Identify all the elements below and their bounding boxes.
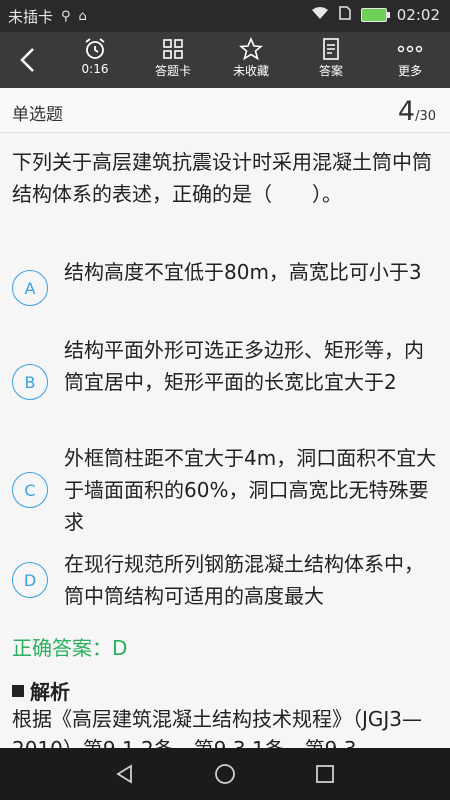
option-d[interactable]: D 在现行规范所列钢筋混凝土结构体系中，筒中筒结构可适用的高度最大 bbox=[12, 548, 438, 612]
question-type: 单选题 bbox=[12, 105, 63, 125]
wifi-icon bbox=[311, 6, 329, 24]
analysis-heading: 解析 bbox=[12, 676, 70, 705]
option-text-d: 在现行规范所列钢筋混凝土结构体系中，筒中筒结构可适用的高度最大 bbox=[64, 552, 424, 608]
total-questions: /30 bbox=[415, 109, 436, 124]
system-nav-bar bbox=[0, 748, 450, 800]
top-toolbar: 0:16 答题卡 未收藏 答案 更多 bbox=[0, 32, 450, 88]
option-letter-a[interactable]: A bbox=[12, 270, 48, 306]
answer-label: 答案 bbox=[318, 64, 343, 78]
option-b[interactable]: B 结构平面外形可选正多边形、矩形等，内筒宜居中，矩形平面的长宽比宜大于2 bbox=[12, 334, 438, 430]
answer-card-label: 答题卡 bbox=[154, 64, 191, 78]
clock-time: 02:02 bbox=[396, 6, 440, 24]
carrier-text: 未插卡 bbox=[8, 8, 54, 26]
option-letter-d[interactable]: D bbox=[12, 562, 48, 598]
alarm-clock-icon bbox=[83, 36, 107, 62]
question-text: 下列关于高层建筑抗震设计时采用混凝土筒中筒结构体系的表述，正确的是（ ）。 bbox=[12, 150, 432, 206]
question-counter: 4/30 bbox=[398, 96, 436, 127]
correct-answer: 正确答案：D bbox=[12, 636, 128, 660]
document-icon bbox=[321, 36, 341, 62]
question-content: 单选题 4/30 下列关于高层建筑抗震设计时采用混凝土筒中筒结构体系的表述，正确… bbox=[0, 88, 450, 748]
favorite-button[interactable]: 未收藏 bbox=[216, 36, 286, 84]
timer-button[interactable]: 0:16 bbox=[60, 36, 130, 84]
usb-icon: ⚲ bbox=[61, 9, 71, 24]
favorite-label: 未收藏 bbox=[232, 64, 269, 78]
option-letter-b[interactable]: B bbox=[12, 364, 48, 400]
answer-card-button[interactable]: 答题卡 bbox=[138, 36, 208, 84]
back-arrow-icon[interactable] bbox=[8, 40, 48, 80]
analysis-text: 根据《高层建筑混凝土结构技术规程》（JGJ3—2010）第9.1.2条、第9.3… bbox=[12, 707, 423, 748]
timer-label: 0:16 bbox=[81, 62, 109, 76]
square-bullet-icon bbox=[12, 684, 24, 697]
nav-back-icon[interactable] bbox=[109, 758, 141, 790]
option-letter-c[interactable]: C bbox=[12, 472, 48, 508]
nav-recents-icon[interactable] bbox=[309, 758, 341, 790]
star-icon bbox=[239, 36, 263, 62]
status-bar: 未插卡 ⚲ ⌂ 02:02 bbox=[0, 0, 450, 32]
more-button[interactable]: 更多 bbox=[375, 36, 445, 84]
question-header: 单选题 4/30 bbox=[0, 88, 450, 133]
option-text-b: 结构平面外形可选正多边形、矩形等，内筒宜居中，矩形平面的长宽比宜大于2 bbox=[64, 338, 424, 394]
nav-home-icon[interactable] bbox=[209, 758, 241, 790]
answer-button[interactable]: 答案 bbox=[296, 36, 366, 84]
option-a[interactable]: A 结构高度不宜低于80m，高宽比可小于3 bbox=[12, 256, 438, 320]
grid-icon bbox=[162, 36, 184, 62]
option-text-a: 结构高度不宜低于80m，高宽比可小于3 bbox=[64, 260, 422, 284]
more-label: 更多 bbox=[397, 64, 422, 78]
analysis-title: 解析 bbox=[30, 680, 70, 704]
option-text-c: 外框筒柱距不宜大于4m，洞口面积不宜大于墙面面积的60%，洞口高宽比无特殊要求 bbox=[64, 446, 437, 534]
option-c[interactable]: C 外框筒柱距不宜大于4m，洞口面积不宜大于墙面面积的60%，洞口高宽比无特殊要… bbox=[12, 442, 438, 538]
notification-icon: ⌂ bbox=[78, 9, 87, 24]
sim-icon bbox=[339, 6, 351, 24]
more-dots-icon bbox=[397, 36, 423, 62]
current-question-number: 4 bbox=[397, 96, 416, 127]
battery-icon bbox=[360, 8, 390, 22]
